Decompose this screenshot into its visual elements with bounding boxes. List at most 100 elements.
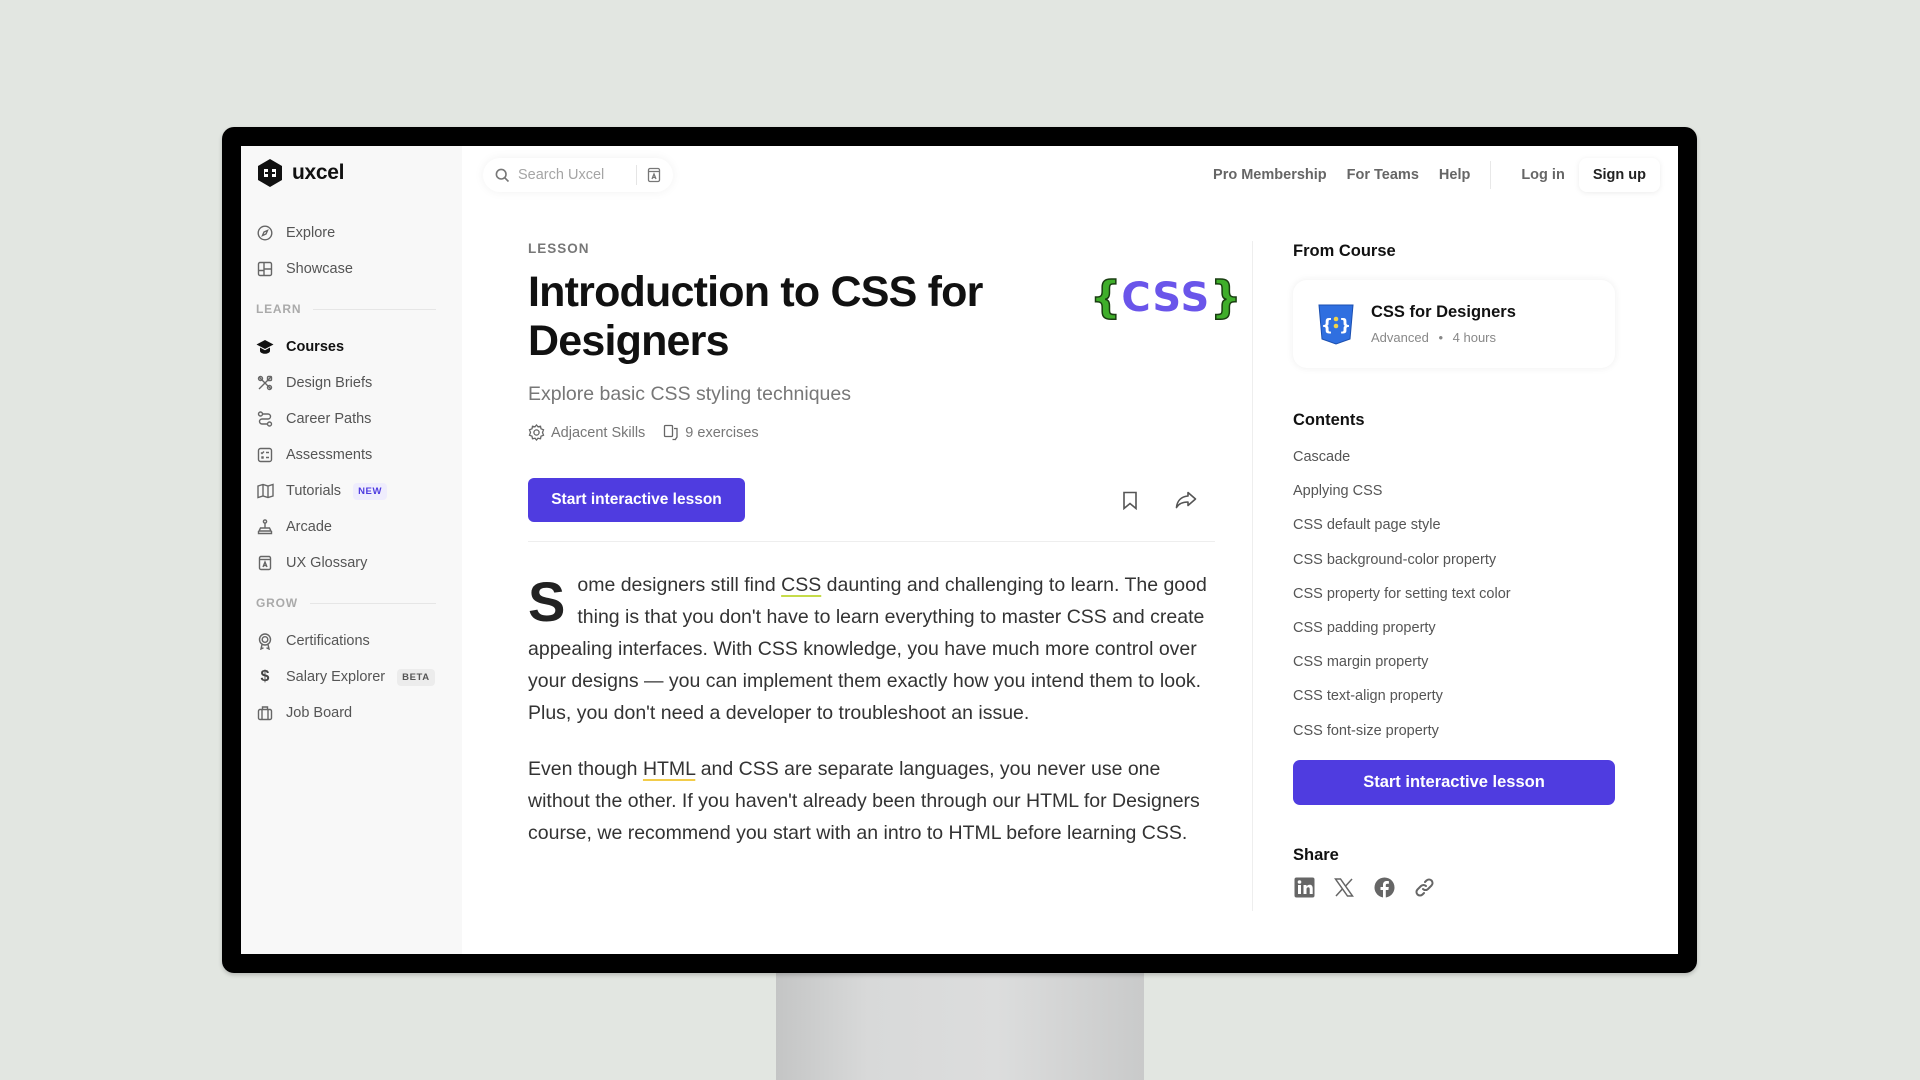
sidebar-item-label: Courses [286,339,345,355]
contents-item[interactable]: CSS background-color property [1293,551,1511,585]
lesson-meta: Adjacent Skills 9 exercises [528,424,777,441]
search-input[interactable] [518,167,636,183]
article-paragraph: Even though HTML and CSS are separate la… [528,753,1215,849]
css-glossary-link[interactable]: CSS [781,574,821,596]
copy-link-button[interactable] [1413,876,1435,898]
sidebar-item-career-paths[interactable]: Career Paths [256,401,436,437]
x-share-button[interactable] [1333,876,1355,898]
course-info: CSS for Designers Advanced • 4 hours [1371,303,1516,345]
sidebar-item-label: Certifications [286,633,370,649]
login-link[interactable]: Log in [1521,167,1565,183]
brand-logo[interactable]: uxcel [256,158,345,188]
sidebar-item-label: Arcade [286,519,332,535]
sidebar-item-label: Salary Explorer [286,669,386,685]
paragraph-text: daunting and challenging to learn. The g… [528,574,1207,724]
sidebar-item-design-briefs[interactable]: Design Briefs [256,365,436,401]
bookmark-button[interactable] [1116,486,1144,514]
screen: uxcel Explore Showcase LEARN Courses Des… [241,146,1678,954]
new-badge: NEW [353,482,388,500]
contents-item[interactable]: CSS margin property [1293,653,1511,687]
contents-item[interactable]: Cascade [1293,448,1511,482]
html-glossary-link[interactable]: HTML [643,758,695,780]
contents-item[interactable]: CSS property for setting text color [1293,585,1511,619]
sidebar-item-ux-glossary[interactable]: UX Glossary [256,545,436,581]
glossary-shortcut-icon[interactable] [647,167,661,183]
monitor-frame: uxcel Explore Showcase LEARN Courses Des… [222,127,1697,973]
contents-list: Cascade Applying CSS CSS default page st… [1293,448,1511,756]
course-meta: Advanced • 4 hours [1371,330,1516,345]
tools-icon [256,374,274,392]
top-navigation: Pro Membership For Teams Help Log in Sig… [1193,156,1660,194]
monitor-stand [776,960,1144,1080]
contents-item[interactable]: Applying CSS [1293,482,1511,516]
linkedin-share-button[interactable] [1293,876,1315,898]
sidebar-item-salary-explorer[interactable]: $ Salary Explorer BETA [256,659,436,695]
drop-cap: S [528,570,566,633]
contents-heading: Contents [1293,411,1365,429]
sidebar-item-job-board[interactable]: Job Board [256,695,436,731]
sidebar-item-explore[interactable]: Explore [256,215,436,251]
course-level: Advanced [1371,330,1429,345]
facebook-share-button[interactable] [1373,876,1395,898]
bookmark-icon [1123,491,1137,510]
course-duration: 4 hours [1452,330,1497,345]
sidebar-item-arcade[interactable]: Arcade [256,509,436,545]
share-links [1293,876,1435,898]
contents-item[interactable]: CSS text-align property [1293,687,1511,721]
exercises-count: 9 exercises [685,424,759,441]
uxcel-logo-icon [258,159,282,187]
search-divider [636,165,637,185]
sidebar-item-label: Career Paths [286,411,372,427]
signup-button[interactable]: Sign up [1579,158,1660,192]
css-logo-icon: { CSS } [1089,271,1242,324]
contents-item[interactable]: CSS font-size property [1293,722,1511,756]
paragraph-text: Even though [528,758,643,780]
column-divider [1252,241,1253,911]
compass-icon [256,224,274,242]
skill-label: Adjacent Skills [551,424,646,441]
joystick-icon [256,518,274,536]
share-heading: Share [1293,846,1339,864]
search-bar[interactable] [483,158,673,192]
sidebar-item-label: UX Glossary [286,555,368,571]
beta-badge: BETA [397,668,435,686]
start-lesson-button[interactable]: Start interactive lesson [528,478,745,522]
article-paragraph: Some designers still find CSS daunting a… [528,569,1215,729]
start-lesson-button-secondary[interactable]: Start interactive lesson [1293,760,1615,805]
pro-membership-link[interactable]: Pro Membership [1213,167,1327,183]
award-icon [256,632,274,650]
course-card[interactable]: { } CSS for Designers Advanced • 4 hours [1293,280,1615,368]
sidebar-item-label: Showcase [286,261,353,277]
course-name: CSS for Designers [1371,303,1516,321]
sidebar-item-showcase[interactable]: Showcase [256,251,436,287]
book-open-icon [256,482,274,500]
sidebar-item-label: Explore [286,225,336,241]
css-course-icon: { } [1318,304,1354,345]
skill-badge-icon [528,424,545,441]
share-button[interactable] [1172,486,1200,514]
help-link[interactable]: Help [1439,167,1470,183]
sidebar: uxcel Explore Showcase LEARN Courses Des… [241,146,462,954]
sidebar-item-tutorials[interactable]: Tutorials NEW [256,473,436,509]
contents-item[interactable]: CSS default page style [1293,516,1511,550]
for-teams-link[interactable]: For Teams [1347,167,1419,183]
lesson-eyebrow: LESSON [528,241,590,256]
skill-meta: Adjacent Skills [528,424,645,441]
paragraph-text: ome designers still find [577,574,782,596]
contents-item[interactable]: CSS padding property [1293,619,1511,653]
dollar-icon: $ [260,668,270,685]
search-icon [495,168,510,182]
linkedin-icon [1294,877,1314,897]
checklist-icon [256,446,274,464]
sidebar-item-assessments[interactable]: Assessments [256,437,436,473]
css-logo-text: CSS [1121,274,1211,321]
x-icon [1334,877,1354,897]
briefcase-icon [256,704,274,722]
share-arrow-icon [1175,491,1197,509]
graduation-cap-icon [256,338,274,356]
page-title: Introduction to CSS for Designers [528,268,983,365]
sidebar-item-courses[interactable]: Courses [256,329,436,365]
sidebar-item-certifications[interactable]: Certifications [256,623,436,659]
facebook-icon [1374,877,1394,898]
sidebar-item-label: Job Board [286,705,353,721]
